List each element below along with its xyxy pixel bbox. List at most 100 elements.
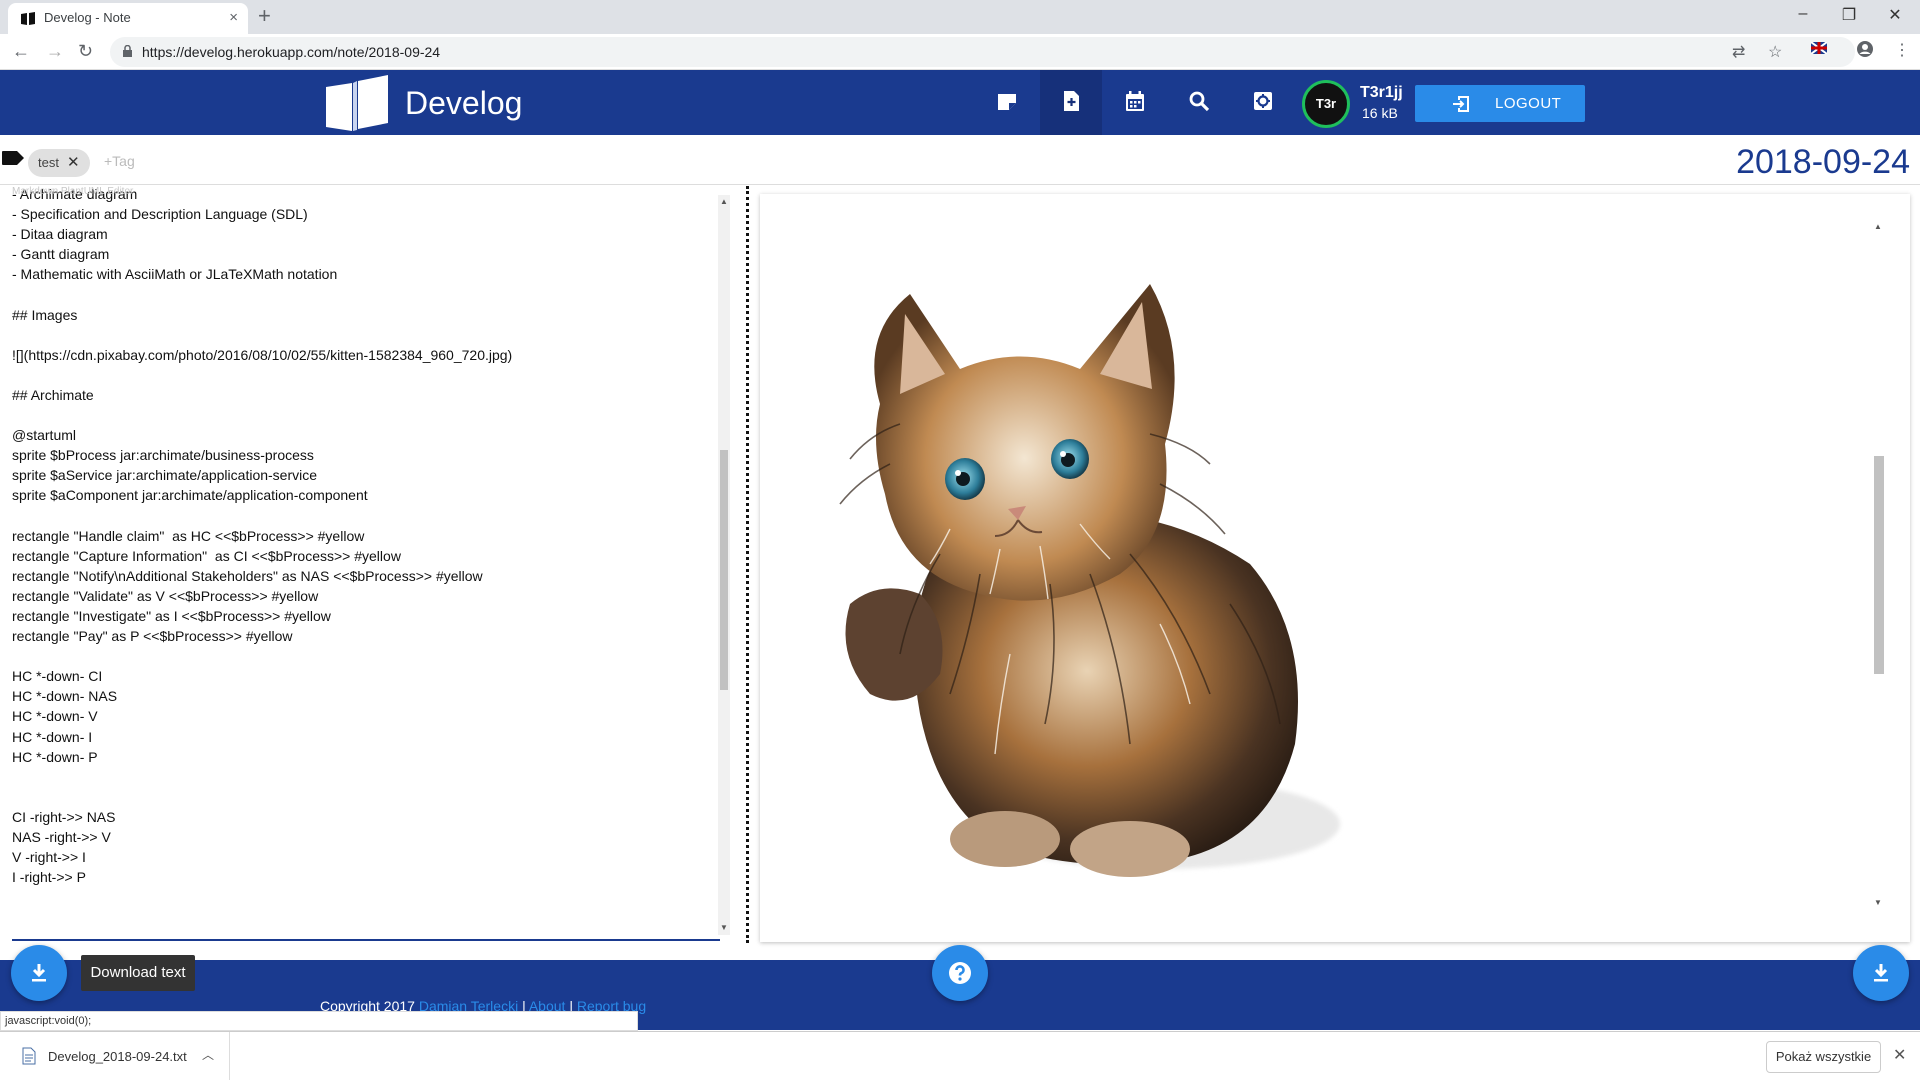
editor-line: ## Archimate: [12, 386, 94, 403]
label-icon: [2, 151, 24, 165]
editor-line: HC *-down- I: [12, 728, 93, 745]
tag-chip-label: test: [38, 155, 59, 170]
editor-line: HC *-down- NAS: [12, 688, 118, 705]
logout-button[interactable]: LOGOUT: [1415, 85, 1585, 122]
calendar-icon: [1126, 91, 1144, 111]
editor-line: ![](https://cdn.pixabay.com/photo/2016/0…: [12, 346, 513, 363]
preview-scroll-up-icon[interactable]: ▲: [1874, 222, 1882, 231]
download-item[interactable]: Develog_2018-09-24.txt ︿: [0, 1032, 230, 1080]
chevron-up-icon[interactable]: ︿: [202, 1046, 214, 1063]
preview-scrollbar[interactable]: ▲ ▼: [1872, 222, 1884, 912]
minimize-icon[interactable]: –: [1788, 5, 1818, 23]
translate-icon[interactable]: ⇄: [1732, 42, 1745, 62]
editor-line: sprite $aService jar:archimate/applicati…: [12, 467, 318, 484]
lock-icon: [122, 45, 133, 58]
tag-bar: test ✕ 2018-09-24: [0, 135, 1920, 185]
download-text-button[interactable]: [11, 945, 67, 1001]
editor-line: rectangle "Handle claim" as HC <<$bProce…: [12, 527, 365, 544]
text-file-icon: [22, 1047, 36, 1065]
editor-line: rectangle "Notify\nAdditional Stakeholde…: [12, 567, 483, 584]
window-close-icon[interactable]: ✕: [1880, 5, 1910, 25]
show-all-downloads-button[interactable]: Pokaż wszystkie: [1766, 1041, 1881, 1073]
editor-line: NAS -right->> V: [12, 829, 111, 845]
editor-line: ## Images: [12, 306, 78, 323]
editor-line: I -right->> P: [12, 869, 86, 886]
forward-icon[interactable]: →: [46, 41, 64, 62]
shelf-close-icon[interactable]: ✕: [1893, 1045, 1906, 1065]
notes-button[interactable]: [976, 70, 1038, 135]
calendar-button[interactable]: [1104, 70, 1166, 135]
browser-toolbar: ← → ↻ https://develog.herokuapp.com/note…: [0, 34, 1920, 70]
download-preview-button[interactable]: [1853, 945, 1909, 1001]
editor-line: rectangle "Investigate" as I <<$bProcess…: [12, 607, 331, 624]
bookmark-star-icon[interactable]: ☆: [1768, 42, 1782, 62]
tag-chip[interactable]: test ✕: [28, 149, 90, 177]
download-file-name: Develog_2018-09-24.txt: [48, 1049, 187, 1064]
download-icon: [32, 964, 46, 982]
brand-title[interactable]: Develog: [405, 85, 522, 122]
note-date: 2018-09-24: [1736, 143, 1910, 181]
profile-icon[interactable]: [1856, 40, 1874, 58]
flag-extension-icon[interactable]: [1811, 42, 1827, 54]
back-icon[interactable]: ←: [12, 41, 30, 62]
download-tooltip: Download text: [81, 955, 195, 991]
logout-label: LOGOUT: [1495, 95, 1562, 112]
restore-icon[interactable]: ❐: [1834, 5, 1864, 25]
editor-line: - Specification and Description Language…: [12, 206, 308, 223]
kitten-image: [839, 284, 1340, 877]
avatar[interactable]: T3r: [1302, 80, 1350, 128]
username: T3r1jj: [1360, 84, 1403, 101]
browser-menu-icon[interactable]: ⋮: [1894, 40, 1910, 60]
browser-tab[interactable]: Develog - Note ×: [8, 3, 248, 34]
tag-input[interactable]: [104, 153, 304, 169]
editor-line: sprite $bProcess jar:archimate/business-…: [12, 447, 314, 464]
download-icon: [1874, 964, 1888, 982]
editor-line: HC *-down- V: [12, 708, 98, 725]
preview-scroll-thumb[interactable]: [1874, 456, 1884, 674]
tab-close-icon[interactable]: ×: [229, 9, 238, 26]
search-button[interactable]: [1168, 70, 1230, 135]
editor-line: rectangle "Capture Information" as CI <<…: [12, 547, 401, 564]
editor-scroll-thumb[interactable]: [720, 450, 728, 690]
editor-line: @startuml: [12, 427, 76, 444]
settings-icon: [1254, 92, 1272, 110]
logout-icon: [1451, 94, 1471, 114]
url-text: https://develog.herokuapp.com/note/2018-…: [142, 44, 441, 60]
help-button[interactable]: [932, 945, 988, 1001]
storage-usage: 16 kB: [1362, 105, 1398, 121]
reload-icon[interactable]: ↻: [78, 41, 93, 62]
scroll-down-icon[interactable]: ▼: [720, 923, 728, 932]
editor-line: rectangle "Pay" as P <<$bProcess>> #yell…: [12, 628, 293, 645]
editor-scrollbar[interactable]: ▲ ▼: [718, 195, 730, 935]
pane-splitter[interactable]: [746, 186, 750, 943]
editor-line: HC *-down- CI: [12, 668, 103, 685]
tag-remove-icon[interactable]: ✕: [67, 154, 80, 171]
scroll-up-icon[interactable]: ▲: [720, 197, 728, 206]
download-shelf: Develog_2018-09-24.txt ︿ Pokaż wszystkie…: [0, 1031, 1920, 1080]
editor-line: sprite $aComponent jar:archimate/applica…: [12, 487, 368, 504]
editor-line: - Mathematic with AsciiMath or JLaTeXMat…: [12, 266, 338, 283]
editor-line: V -right->> I: [12, 849, 86, 866]
editor-textarea[interactable]: - Archimate diagram - Specification and D…: [12, 186, 712, 887]
editor-label: Markdown PlantUML Editor: [12, 186, 134, 197]
browser-tabstrip: Develog - Note × + – ❐ ✕: [0, 0, 1920, 34]
preview-pane[interactable]: ▲ ▼: [760, 194, 1910, 942]
develog-favicon-icon: [20, 11, 36, 27]
markdown-editor[interactable]: - Archimate diagram - Specification and D…: [0, 186, 720, 942]
address-bar[interactable]: https://develog.herokuapp.com/note/2018-…: [110, 37, 1855, 67]
develog-logo-icon[interactable]: [322, 75, 392, 133]
new-note-icon: [1064, 91, 1079, 111]
preview-scroll-down-icon[interactable]: ▼: [1874, 898, 1882, 907]
editor-line: - Gantt diagram: [12, 246, 110, 263]
editor-line: - Ditaa diagram: [12, 226, 108, 243]
new-tab-button[interactable]: +: [258, 3, 271, 29]
new-note-button[interactable]: [1040, 70, 1102, 135]
settings-button[interactable]: [1232, 70, 1294, 135]
